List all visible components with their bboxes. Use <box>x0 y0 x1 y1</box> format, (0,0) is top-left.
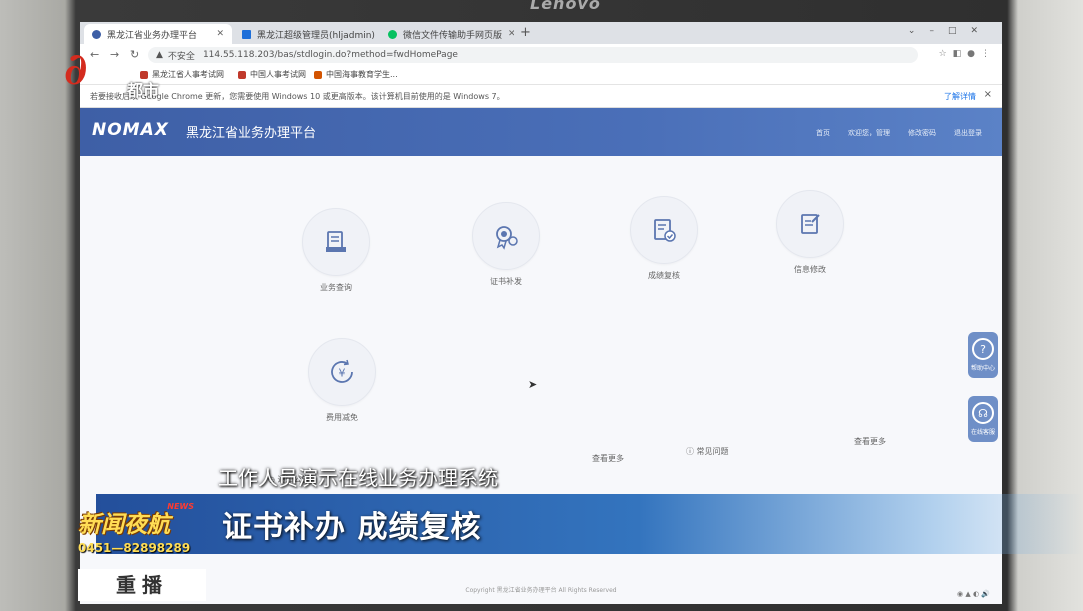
svg-text:¥: ¥ <box>339 367 346 380</box>
service-label: 费用减免 <box>326 413 358 422</box>
headline-caption: 证书补办 成绩复核 <box>222 510 482 545</box>
window-controls[interactable]: ⌄–□✕ <box>908 26 992 36</box>
bookmark-item[interactable]: 中国海事教育学生... <box>314 69 398 80</box>
site-title: 黑龙江省业务办理平台 <box>186 126 317 141</box>
faq-label: 常见问题 <box>696 447 729 456</box>
replay-badge: 重播 <box>78 569 206 601</box>
help-center-button[interactable]: ? 帮助中心 <box>968 332 998 378</box>
channel-city: 都市 <box>127 81 160 100</box>
bookmark-icon <box>314 70 322 79</box>
score-review-icon <box>630 196 698 264</box>
nav-change-password[interactable]: 修改密码 <box>908 128 936 138</box>
bookmark-label: 中国海事教育学生... <box>326 70 398 79</box>
address-bar: ← → ↻ ▲ 不安全 114.55.118.203/bas/stdlogin.… <box>80 44 1002 66</box>
more-link-left[interactable]: 查看更多 <box>592 453 624 464</box>
tab-wechat[interactable]: 微信文件传输助手网页版 ✕ <box>380 24 514 44</box>
new-tab-button[interactable]: + <box>520 25 531 40</box>
program-logo: 新闻夜航 NEWS 0451—82898289 <box>78 502 196 555</box>
fee-waiver-icon: ¥ <box>308 338 376 406</box>
service-business-query[interactable]: 业务查询 <box>286 208 386 293</box>
nav-user[interactable]: 欢迎您，管理 <box>848 128 890 138</box>
browser-tab-bar: 黑龙江省业务办理平台 ✕ 黑龙江超级管理员(hljadmin) 云 ✕ 微信文件… <box>80 22 1002 44</box>
faq-link[interactable]: ⓘ 常见问题 <box>686 446 729 457</box>
site-header: NOMAX 黑龙江省业务办理平台 首页 欢迎您，管理 修改密码 退出登录 <box>80 108 1002 156</box>
headset-icon: ☊ <box>972 402 994 424</box>
tab-title: 黑龙江超级管理员(hljadmin) 云 <box>257 30 378 41</box>
channel-logo: ∂ 都市 <box>64 44 174 104</box>
service-label: 成绩复核 <box>648 271 680 280</box>
service-certificate[interactable]: 证书补发 <box>456 202 556 287</box>
windows-favicon-icon <box>242 29 251 39</box>
top-nav: 首页 欢迎您，管理 修改密码 退出登录 <box>816 128 982 138</box>
bookmark-icon <box>238 70 246 79</box>
system-tray[interactable]: ◉ ▲ ◐ 🔊 <box>957 590 990 598</box>
site-footer: Copyright 黑龙江省业务办理平台 All Rights Reserved <box>465 587 617 594</box>
service-score-review[interactable]: 成绩复核 <box>614 196 714 281</box>
certificate-icon <box>472 202 540 270</box>
infobar-learn-more-link[interactable]: 了解详情 <box>944 91 976 102</box>
tab-platform[interactable]: 黑龙江省业务办理平台 ✕ <box>84 24 232 44</box>
service-info-edit[interactable]: 信息修改 <box>760 190 860 275</box>
more-link-right[interactable]: 查看更多 <box>854 436 886 447</box>
nav-home[interactable]: 首页 <box>816 128 830 138</box>
bookmark-label: 中国人事考试网 <box>250 70 306 79</box>
service-label: 证书补发 <box>490 277 522 286</box>
service-label: 信息修改 <box>794 265 826 274</box>
close-tab-icon[interactable]: ✕ <box>210 29 224 39</box>
program-name: 新闻夜航 <box>78 512 170 538</box>
bookmark-item[interactable]: 中国人事考试网 <box>238 69 306 80</box>
mouse-cursor-icon: ➤ <box>528 378 538 391</box>
wechat-favicon-icon <box>388 29 397 39</box>
monitor-brand: Lenovo <box>530 0 601 13</box>
help-label: 帮助中心 <box>970 365 995 372</box>
service-fee-waiver[interactable]: ¥ 费用减免 <box>292 338 392 423</box>
question-icon: ? <box>972 338 994 360</box>
nav-logout[interactable]: 退出登录 <box>954 128 982 138</box>
program-tag: NEWS <box>167 502 194 511</box>
bookmarks-bar: 黑龙江省人事考试网 中国人事考试网 中国海事教育学生... <box>80 66 1002 85</box>
subtitle-caption: 工作人员演示在线业务办理系统 <box>218 466 498 490</box>
channel-mark-icon: ∂ <box>64 44 88 95</box>
faq-icon: ⓘ <box>686 447 697 456</box>
update-infobar: 若要接收后续 Google Chrome 更新，您需要使用 Windows 10… <box>80 85 1002 108</box>
close-tab-icon[interactable]: ✕ <box>502 29 514 39</box>
service-label: 在线客服 <box>970 429 995 436</box>
query-icon <box>302 208 370 276</box>
service-label: 业务查询 <box>320 283 352 292</box>
infobar-close-icon[interactable]: × <box>984 89 992 100</box>
site-logo: NOMAX <box>92 120 169 140</box>
tab-title: 微信文件传输助手网页版 <box>403 30 503 41</box>
tab-admin[interactable]: 黑龙江超级管理员(hljadmin) 云 ✕ <box>234 24 378 44</box>
program-hotline: 0451—82898289 <box>78 541 191 555</box>
tab-title: 黑龙江省业务办理平台 <box>107 30 198 41</box>
edit-info-icon <box>776 190 844 258</box>
url-text: 114.55.118.203/bas/stdlogin.do?method=fw… <box>202 50 458 60</box>
url-input[interactable]: ▲ 不安全 114.55.118.203/bas/stdlogin.do?met… <box>148 47 918 63</box>
toolbar-icons[interactable]: ☆◧●⋮ <box>939 49 996 59</box>
site-favicon-icon <box>92 29 101 39</box>
online-service-button[interactable]: ☊ 在线客服 <box>968 396 998 442</box>
